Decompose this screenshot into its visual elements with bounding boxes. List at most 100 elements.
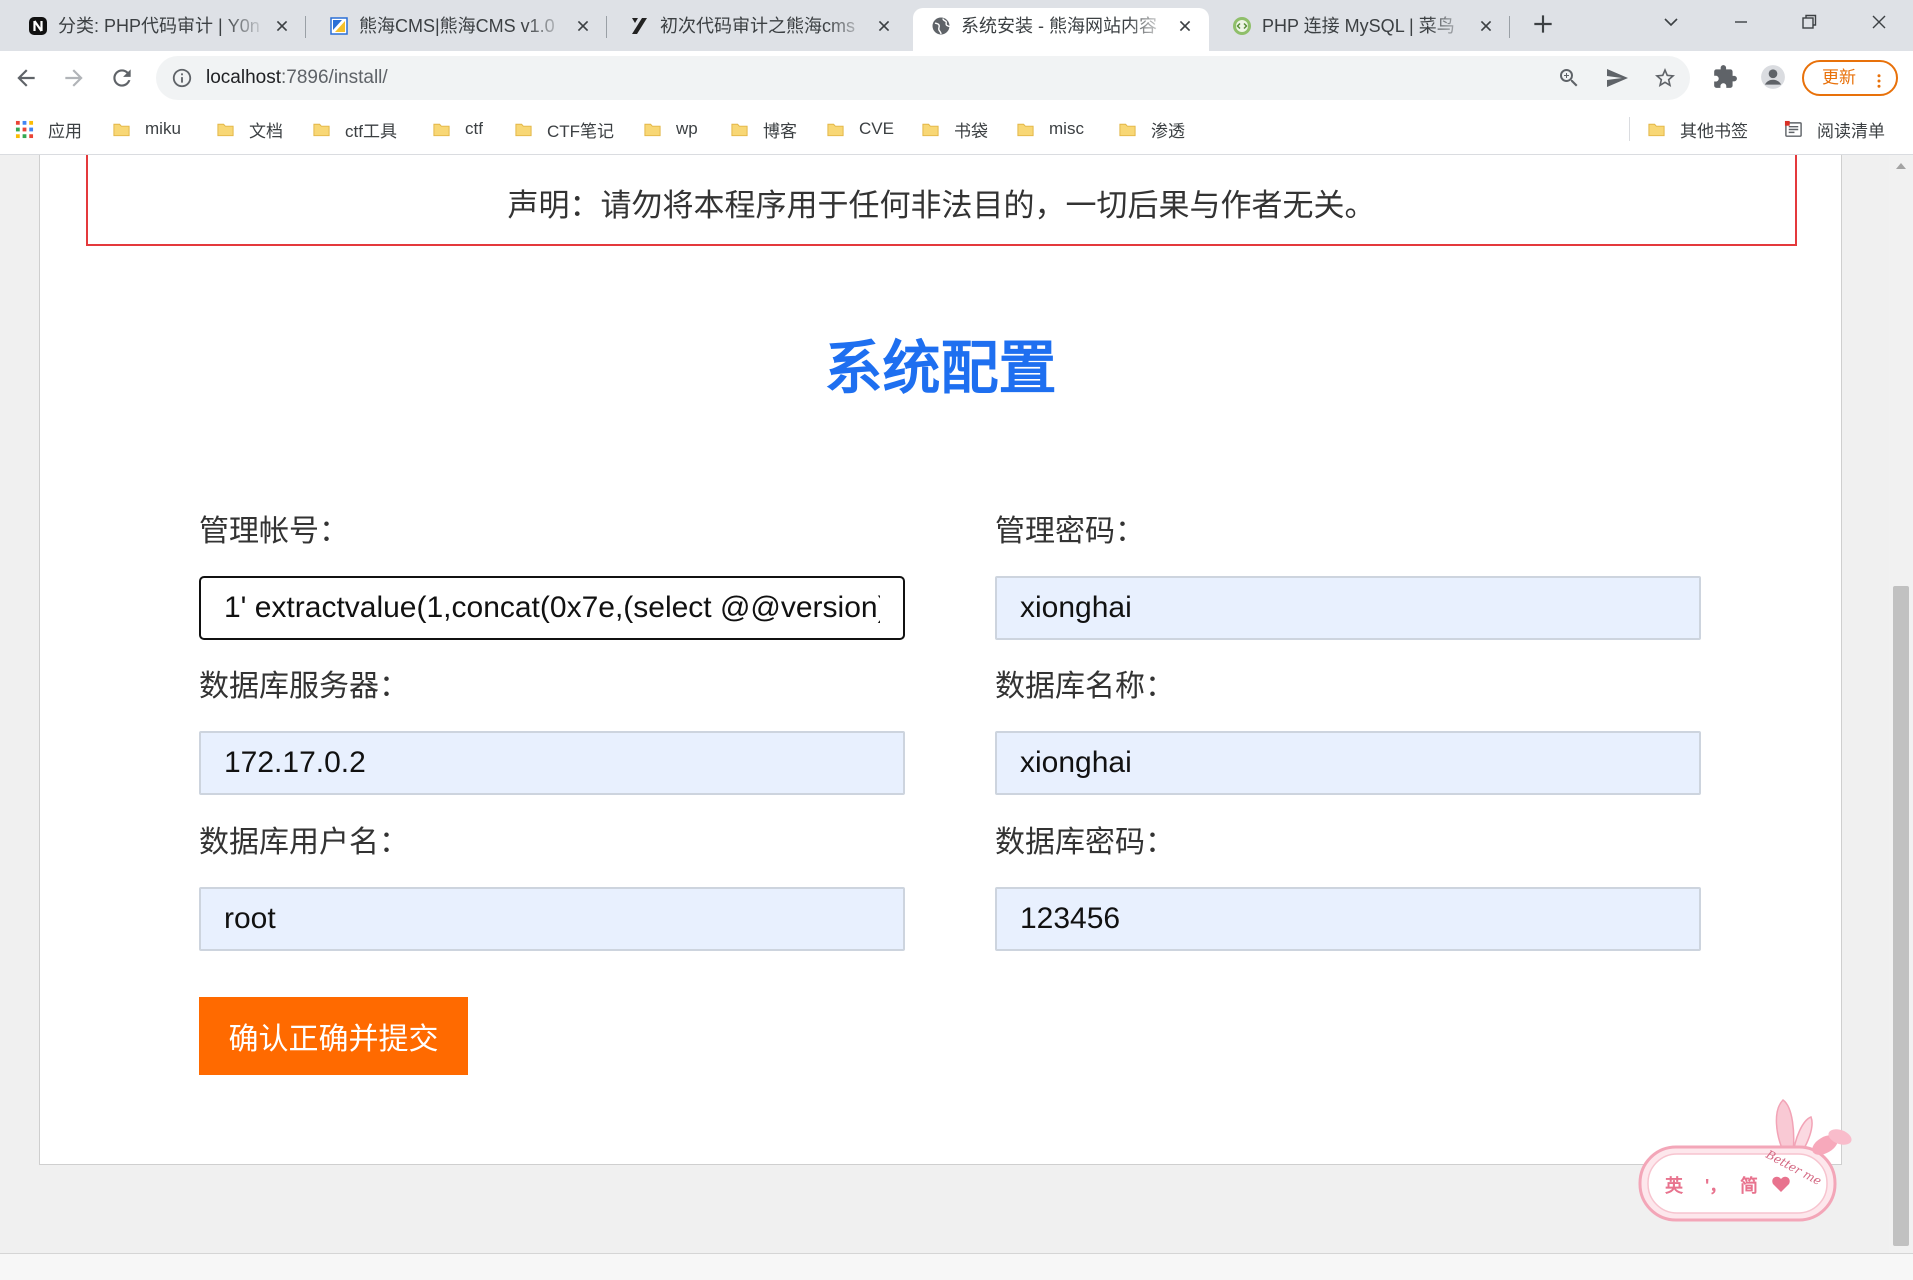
db-name-label: 数据库名称： xyxy=(995,670,1175,703)
bookmark-label: CTF笔记 xyxy=(547,121,615,141)
admin-password-input[interactable] xyxy=(995,576,1701,640)
close-icon[interactable] xyxy=(1175,16,1195,36)
slash-logo-icon xyxy=(630,16,650,36)
tab-php-audit-category[interactable]: 分类: PHP代码审计 | Y0n xyxy=(10,8,306,51)
runoob-icon xyxy=(1232,16,1252,36)
update-label: 更新 xyxy=(1822,68,1856,87)
page-viewport: 声明：请勿将本程序用于任何非法目的，一切后果与作者无关。 系统配置 管理帐号： … xyxy=(0,155,1913,1253)
bookmark-label: 文档 xyxy=(249,121,283,141)
tab-first-code-audit[interactable]: 初次代码审计之熊海cms xyxy=(612,8,908,51)
watermark-char: 简 xyxy=(1740,1175,1758,1196)
bookmark-label: misc xyxy=(1049,119,1084,138)
close-icon[interactable] xyxy=(272,16,292,36)
submit-button[interactable]: 确认正确并提交 xyxy=(199,997,468,1075)
bookmark-folder-miku[interactable]: miku xyxy=(112,117,181,141)
update-button[interactable]: 更新 xyxy=(1802,60,1898,96)
site-logo-icon xyxy=(329,16,349,36)
bookmark-folder-ctf-notes[interactable]: CTF笔记 xyxy=(514,117,614,141)
info-icon[interactable] xyxy=(171,67,193,89)
globe-icon xyxy=(931,16,951,36)
db-server-label: 数据库服务器： xyxy=(199,670,409,703)
other-bookmarks-label: 其他书签 xyxy=(1680,121,1748,141)
close-icon[interactable] xyxy=(1476,16,1496,36)
tab-title: PHP 连接 MySQL | 菜鸟 xyxy=(1262,16,1455,36)
tab-title: 熊海CMS|熊海CMS v1.0 xyxy=(359,16,555,36)
folder-icon xyxy=(730,120,749,139)
folder-icon xyxy=(216,120,235,139)
url-path: :7896/install/ xyxy=(281,67,388,88)
toolbar: localhost:7896/install/ 更新 xyxy=(0,51,1913,103)
forward-arrow-icon[interactable] xyxy=(61,65,87,91)
zoom-in-icon[interactable] xyxy=(1557,66,1581,90)
back-arrow-icon[interactable] xyxy=(13,65,39,91)
bookmark-folder-ctf[interactable]: ctf xyxy=(432,117,483,141)
db-server-input[interactable] xyxy=(199,731,905,795)
bookmark-folder-blog[interactable]: 博客 xyxy=(730,117,797,141)
new-tab-plus-icon[interactable] xyxy=(1530,11,1556,37)
window-close-icon[interactable] xyxy=(1867,10,1891,34)
bookmark-label: CVE xyxy=(859,119,894,138)
folder-icon xyxy=(432,120,451,139)
db-password-input[interactable] xyxy=(995,887,1701,951)
bookmark-folder-docs[interactable]: 文档 xyxy=(216,117,283,141)
bookmark-folder-bookbag[interactable]: 书袋 xyxy=(921,117,988,141)
close-icon[interactable] xyxy=(874,16,894,36)
bookmark-folder-wp[interactable]: wp xyxy=(643,117,698,141)
extensions-puzzle-icon[interactable] xyxy=(1712,64,1738,90)
tab-title: 初次代码审计之熊海cms xyxy=(660,16,855,36)
folder-icon xyxy=(921,120,940,139)
tab-php-mysql-runoob[interactable]: PHP 连接 MySQL | 菜鸟 xyxy=(1214,8,1510,51)
more-vert-icon xyxy=(1870,69,1888,88)
profile-avatar-icon[interactable] xyxy=(1760,64,1786,90)
bookmark-apps[interactable]: 应用 xyxy=(15,117,82,141)
tab-title: 系统安装 - 熊海网站内容 xyxy=(961,16,1157,36)
folder-icon xyxy=(514,120,533,139)
folder-icon xyxy=(112,120,131,139)
bookmark-folder-cve[interactable]: CVE xyxy=(826,117,894,141)
tab-title: 分类: PHP代码审计 | Y0n xyxy=(58,16,260,36)
reading-list-label: 阅读清单 xyxy=(1817,121,1885,141)
browser-window: 分类: PHP代码审计 | Y0n 熊海CMS|熊海CMS v1.0 初次代码审… xyxy=(0,0,1913,1280)
minimize-icon[interactable] xyxy=(1729,10,1753,34)
scroll-up-arrow-icon[interactable] xyxy=(1895,161,1907,171)
tab-strip: 分类: PHP代码审计 | Y0n 熊海CMS|熊海CMS v1.0 初次代码审… xyxy=(0,0,1913,51)
reading-list-icon xyxy=(1784,120,1802,137)
tab-system-install[interactable]: 系统安装 - 熊海网站内容 xyxy=(913,8,1209,51)
vertical-scrollbar[interactable] xyxy=(1889,155,1913,1253)
window-bottom-edge xyxy=(0,1253,1913,1280)
star-icon[interactable] xyxy=(1653,66,1677,90)
db-username-label: 数据库用户名： xyxy=(199,826,409,859)
send-icon[interactable] xyxy=(1605,66,1629,90)
disclaimer-notice: 声明：请勿将本程序用于任何非法目的，一切后果与作者无关。 xyxy=(86,155,1797,246)
admin-account-input[interactable] xyxy=(199,576,905,640)
db-password-label: 数据库密码： xyxy=(995,826,1175,859)
db-name-input[interactable] xyxy=(995,731,1701,795)
bookmark-folder-misc[interactable]: misc xyxy=(1016,117,1084,141)
bookmarks-divider xyxy=(1629,117,1630,141)
bookmarks-bar: 应用 miku 文档 ctf工具 ctf CTF笔记 wp 博客 CVE 书袋 … xyxy=(0,103,1913,155)
other-bookmarks[interactable]: 其他书签 xyxy=(1647,117,1748,141)
chevron-down-icon[interactable] xyxy=(1659,10,1683,34)
bookmark-folder-ctf-tools[interactable]: ctf工具 xyxy=(312,117,397,141)
folder-icon xyxy=(643,120,662,139)
url-text[interactable]: localhost:7896/install/ xyxy=(206,56,388,100)
bookmark-label: 应用 xyxy=(48,121,82,141)
address-bar[interactable]: localhost:7896/install/ xyxy=(156,56,1690,100)
bookmark-label: ctf工具 xyxy=(345,121,397,141)
tab-xionghai-cms[interactable]: 熊海CMS|熊海CMS v1.0 xyxy=(311,8,607,51)
close-icon[interactable] xyxy=(573,16,593,36)
restore-icon[interactable] xyxy=(1797,10,1821,34)
bookmark-folder-pentest[interactable]: 渗透 xyxy=(1118,117,1185,141)
db-username-input[interactable] xyxy=(199,887,905,951)
url-host: localhost xyxy=(206,67,281,88)
folder-icon xyxy=(312,120,331,139)
bookmark-label: ctf xyxy=(465,119,483,138)
folder-icon xyxy=(826,120,845,139)
watermark-char: '， xyxy=(1705,1176,1727,1196)
admin-password-label: 管理密码： xyxy=(995,515,1145,548)
reload-icon[interactable] xyxy=(109,65,135,91)
notion-icon xyxy=(28,16,48,36)
scrollbar-thumb[interactable] xyxy=(1893,586,1909,1246)
reading-list[interactable]: 阅读清单 xyxy=(1784,117,1885,141)
watermark-char: 英 xyxy=(1664,1175,1684,1196)
